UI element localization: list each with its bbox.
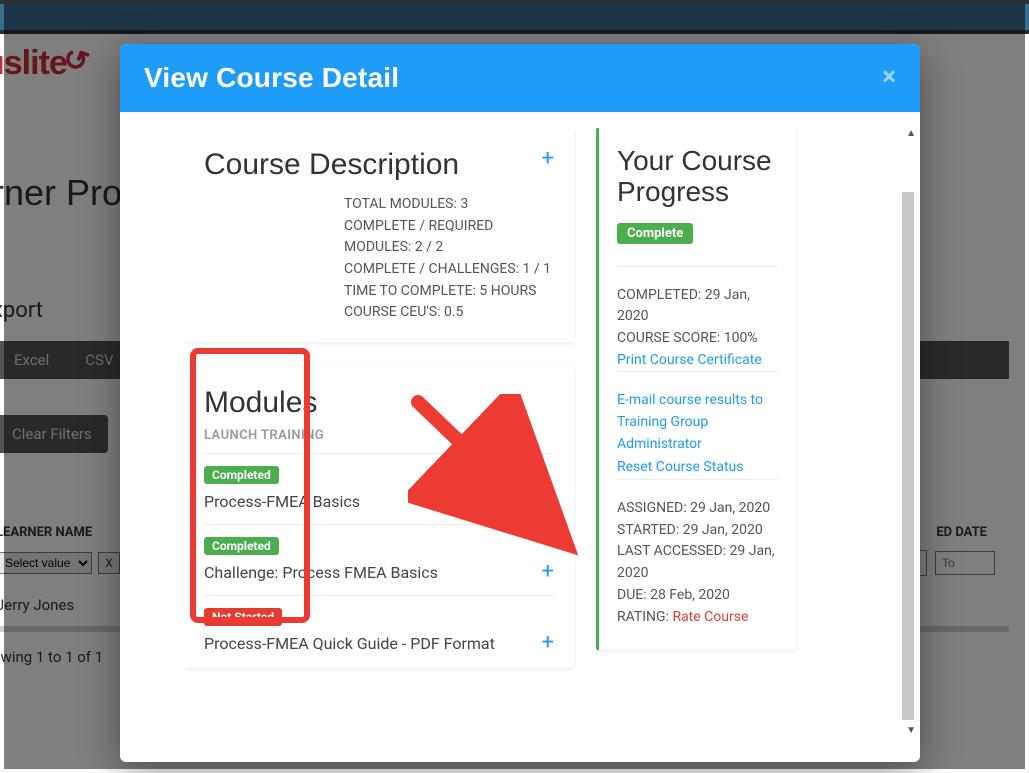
modal-title: View Course Detail: [144, 62, 399, 94]
stat-ceu: COURSE CEU'S: 0.5: [344, 302, 554, 324]
modal-body: ▲ ▼ Course Description + TOTAL MODULES: …: [120, 112, 920, 762]
stat-total-modules: TOTAL MODULES: 3: [344, 194, 554, 216]
progress-section-dates: ASSIGNED: 29 Jan, 2020 STARTED: 29 Jan, …: [617, 479, 778, 628]
print-certificate-link[interactable]: Print Course Certificate: [617, 352, 762, 368]
progress-started: STARTED: 29 Jan, 2020: [617, 520, 778, 542]
email-results-link[interactable]: E-mail course results to Training Group …: [617, 390, 778, 455]
rate-course-link[interactable]: Rate Course: [672, 609, 748, 625]
module-title[interactable]: Process-FMEA Basics: [204, 492, 360, 511]
expand-module-icon[interactable]: +: [542, 632, 554, 654]
course-description-card: Course Description + TOTAL MODULES: 3 CO…: [184, 128, 574, 342]
module-title[interactable]: Challenge: Process FMEA Basics: [204, 563, 438, 582]
module-title[interactable]: Process-FMEA Quick Guide - PDF Format: [204, 634, 495, 653]
modules-subhead: LAUNCH TRAINING: [204, 428, 554, 443]
expand-description-icon[interactable]: +: [542, 148, 554, 170]
stat-required-modules: COMPLETE / REQUIRED MODULES: 2 / 2: [344, 216, 554, 259]
progress-assigned: ASSIGNED: 29 Jan, 2020: [617, 498, 778, 520]
stat-time: TIME TO COMPLETE: 5 HOURS: [344, 281, 554, 303]
progress-rating: RATING: Rate Course: [617, 607, 778, 629]
scroll-up-icon[interactable]: ▲: [906, 128, 916, 139]
module-item: Completed Challenge: Process FMEA Basics…: [204, 524, 554, 595]
modules-card: Modules LAUNCH TRAINING Completed Proces…: [184, 366, 574, 668]
progress-last-accessed: LAST ACCESSED: 29 Jan, 2020: [617, 541, 778, 584]
progress-score: COURSE SCORE: 100%: [617, 328, 778, 350]
stat-challenges: COMPLETE / CHALLENGES: 1 / 1: [344, 259, 554, 281]
expand-module-icon[interactable]: +: [542, 490, 554, 512]
close-icon[interactable]: ×: [882, 70, 896, 86]
scrollbar[interactable]: [902, 192, 914, 720]
modal-header: View Course Detail ×: [120, 44, 920, 112]
course-progress-card: Your Course Progress Complete COMPLETED:…: [596, 128, 796, 650]
progress-section-completion: COMPLETED: 29 Jan, 2020 COURSE SCORE: 10…: [617, 266, 778, 372]
course-description-title: Course Description: [204, 148, 459, 182]
course-description-stats: TOTAL MODULES: 3 COMPLETE / REQUIRED MOD…: [204, 194, 554, 324]
progress-section-actions: E-mail course results to Training Group …: [617, 371, 778, 479]
modules-title: Modules: [204, 386, 554, 420]
progress-status-badge: Complete: [617, 223, 693, 244]
status-badge: Completed: [204, 466, 279, 484]
reset-status-link[interactable]: Reset Course Status: [617, 457, 778, 479]
course-detail-modal: View Course Detail × ▲ ▼ Course Descript…: [120, 44, 920, 762]
progress-title: Your Course Progress: [617, 146, 778, 208]
module-item: Not Started Process-FMEA Quick Guide - P…: [204, 595, 554, 658]
expand-module-icon[interactable]: +: [542, 561, 554, 583]
module-item: Completed Process-FMEA Basics +: [204, 453, 554, 524]
status-badge: Not Started: [204, 608, 282, 626]
status-badge: Completed: [204, 537, 279, 555]
scroll-down-icon[interactable]: ▼: [906, 725, 916, 736]
progress-due: DUE: 28 Feb, 2020: [617, 585, 778, 607]
progress-completed: COMPLETED: 29 Jan, 2020: [617, 285, 778, 328]
